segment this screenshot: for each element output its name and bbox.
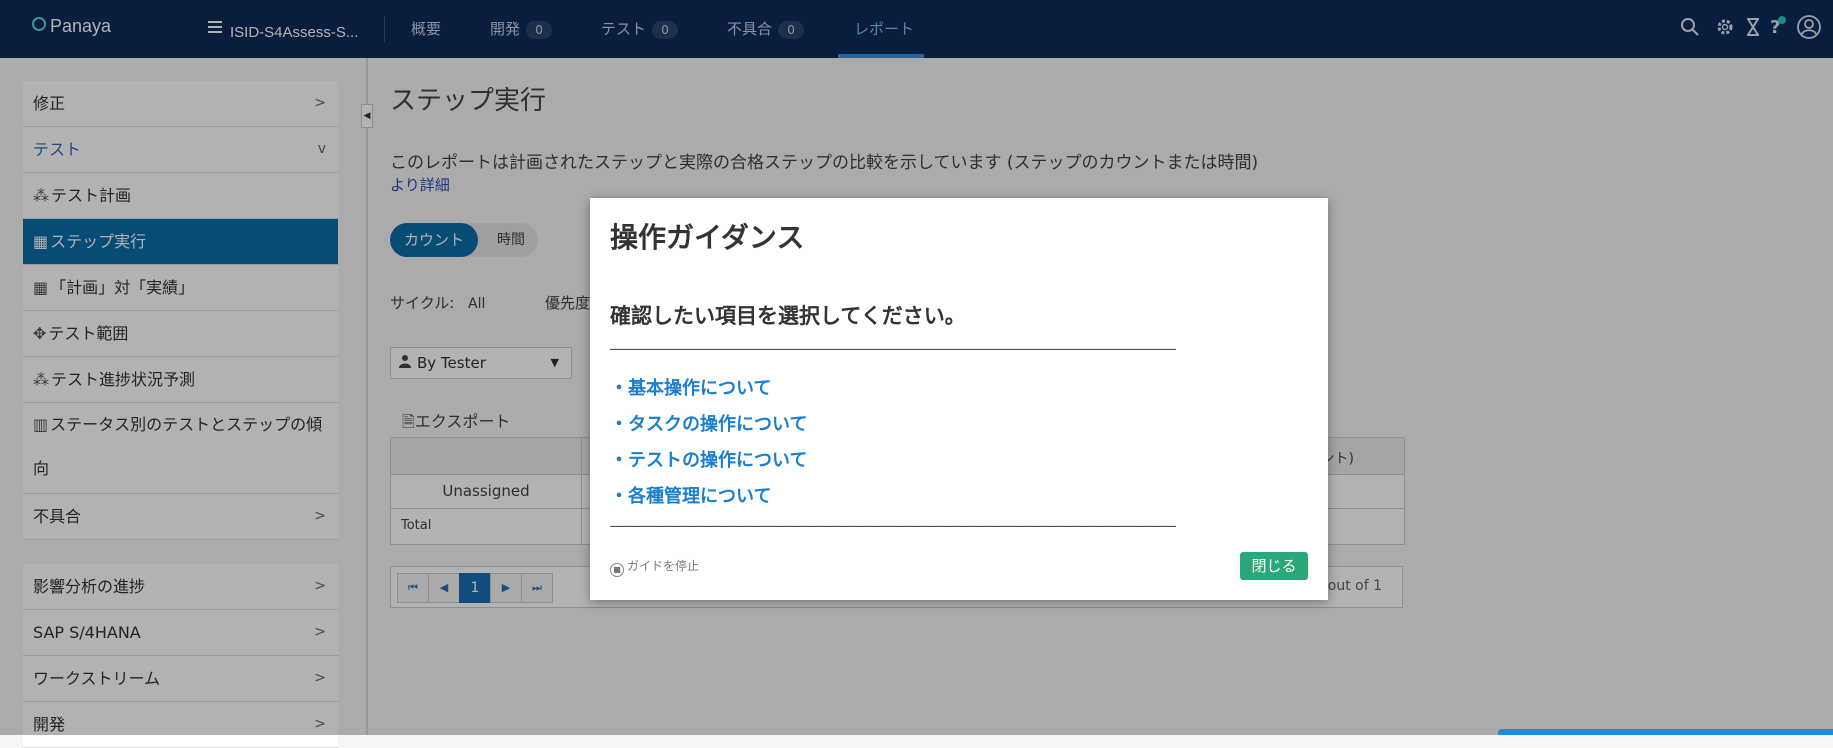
guide-link-management[interactable]: ・各種管理について: [610, 482, 771, 508]
stop-guide-label: ガイドを停止: [627, 559, 700, 573]
dialog-rule-top: ――――――――――――――――――――――――――――――――――――――――: [610, 339, 1176, 358]
stop-icon: ■: [610, 563, 624, 577]
guidance-dialog: 操作ガイダンス 確認したい項目を選択してください。 ――――――――――――――…: [590, 198, 1328, 600]
bottom-accent-bar: [1498, 729, 1833, 735]
guide-link-basic[interactable]: ・基本操作について: [610, 374, 771, 400]
close-button[interactable]: 閉じる: [1240, 552, 1308, 580]
guide-link-tests[interactable]: ・テストの操作について: [610, 446, 807, 472]
guide-link-tasks[interactable]: ・タスクの操作について: [610, 410, 807, 436]
dialog-rule-bottom: ――――――――――――――――――――――――――――――――――――――――: [610, 516, 1176, 535]
dialog-title: 操作ガイダンス: [610, 221, 805, 254]
dialog-subtitle: 確認したい項目を選択してください。: [610, 304, 966, 328]
stop-guide-button[interactable]: ■ ガイドを停止: [610, 557, 699, 577]
